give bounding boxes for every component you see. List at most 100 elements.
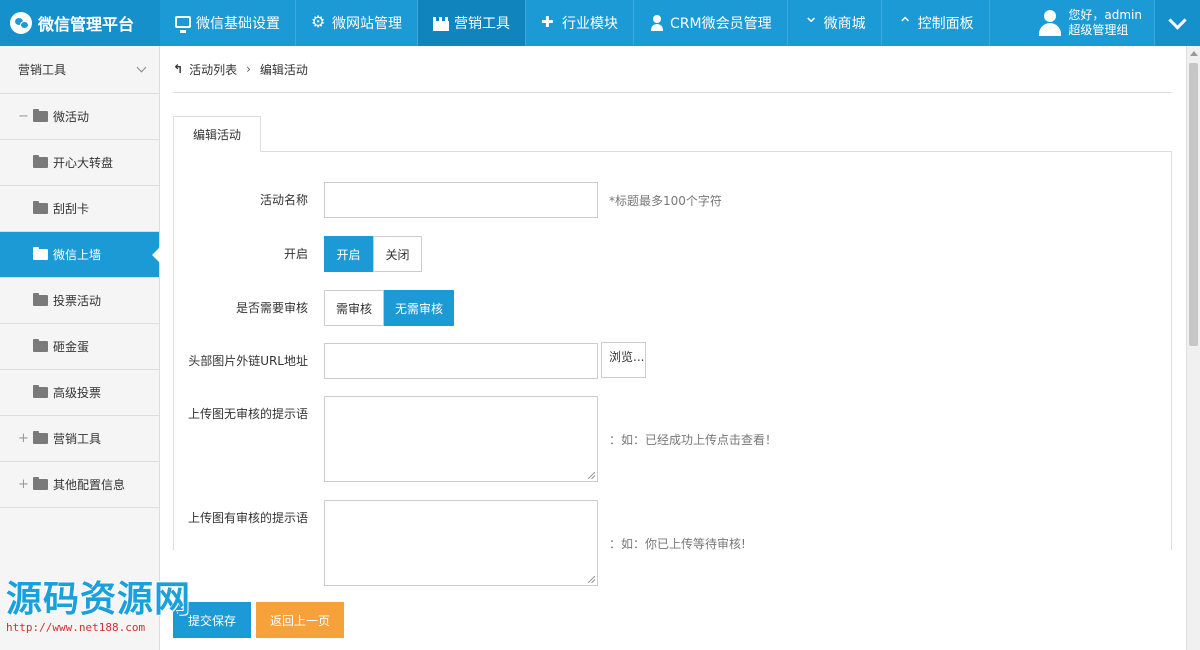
sidebar-header[interactable]: 营销工具	[0, 46, 159, 94]
folder-icon	[33, 339, 48, 352]
user-icon	[649, 15, 665, 31]
sidebar-item-label: 投票活动	[53, 294, 102, 308]
activity-name-label: 活动名称	[259, 193, 308, 207]
review-toggle: 需审核 无需审核	[324, 290, 454, 326]
nav-label: 微网站管理	[332, 16, 402, 32]
avatar-icon	[1038, 8, 1062, 38]
folder-icon	[33, 201, 48, 214]
main-nav: 微信基础设置 微网站管理 营销工具 行业模块 CRM微会员管理 微商城 控制面板	[160, 0, 990, 46]
user-role: 超级管理组	[1068, 23, 1129, 37]
sidebar-item-label: 微信上墙	[53, 248, 102, 262]
form-actions: 提交保存 返回上一页	[173, 602, 344, 638]
open-on-button[interactable]: 开启	[324, 236, 373, 272]
tab-edit-activity[interactable]: 编辑活动	[173, 116, 261, 152]
folder-icon	[33, 477, 48, 490]
nav-item-basic-settings[interactable]: 微信基础设置	[160, 0, 296, 46]
review-required-button[interactable]: 需审核	[324, 290, 384, 326]
folder-icon	[33, 385, 48, 398]
folder-icon	[33, 293, 48, 306]
sidebar-header-label: 营销工具	[18, 63, 67, 77]
nav-label: 微商城	[823, 16, 866, 32]
nav-label: 行业模块	[562, 16, 618, 32]
review-label: 是否需要审核	[235, 301, 308, 315]
page-scrollbar[interactable]	[1186, 46, 1200, 650]
nav-label: 控制面板	[917, 16, 974, 32]
gear-icon	[311, 12, 327, 31]
back-button[interactable]: 返回上一页	[256, 602, 344, 638]
castle-icon	[433, 15, 449, 31]
open-toggle: 开启 关闭	[324, 236, 422, 272]
header-image-url-label: 头部图片外链URL地址	[188, 354, 308, 368]
brand-title: 微信管理平台	[38, 15, 135, 34]
activity-name-hint: *标题最多100个字符	[609, 194, 722, 208]
nav-label: 微信基础设置	[196, 16, 280, 32]
sidebar-item-label: 高级投票	[53, 386, 102, 400]
sidebar-group-label: 营销工具	[53, 432, 102, 446]
browse-button[interactable]: 浏览...	[601, 342, 646, 378]
breadcrumb-separator: ›	[246, 62, 251, 76]
no-review-tip-label: 上传图无审核的提示语	[187, 407, 308, 421]
watermark-url: http://www.net188.com	[6, 621, 146, 634]
review-tip-textarea[interactable]	[324, 500, 598, 586]
folder-icon	[33, 109, 48, 122]
nav-item-control-panel[interactable]: 控制面板	[882, 0, 990, 46]
scroll-up-arrow-icon[interactable]	[1190, 51, 1198, 56]
sidebar-item-voting[interactable]: 投票活动	[0, 278, 159, 324]
sidebar-item-golden-egg[interactable]: 砸金蛋	[0, 324, 159, 370]
sidebar-group-label: 其他配置信息	[53, 478, 126, 492]
sidebar-group-label: 微活动	[53, 110, 90, 124]
main-content: ↰ 活动列表 › 编辑活动 编辑活动 活动名称 *标题最多100个字符 开启 开…	[173, 46, 1172, 650]
form-panel: 活动名称 *标题最多100个字符 开启 开启 关闭 是否需要审核 需审核 无需审…	[173, 152, 1172, 586]
expand-icon: +	[18, 431, 29, 446]
sidebar-item-scratch-card[interactable]: 刮刮卡	[0, 186, 159, 232]
nav-item-marketing-tools[interactable]: 营销工具	[418, 0, 526, 46]
sidebar-item-wechat-wall[interactable]: 微信上墙	[0, 232, 160, 278]
sidebar-item-label: 砸金蛋	[53, 340, 90, 354]
header-image-url-input[interactable]	[324, 343, 598, 379]
nav-label: CRM微会员管理	[670, 16, 772, 32]
open-label: 开启	[283, 247, 308, 261]
user-menu[interactable]: 您好，admin 超级管理组	[1028, 0, 1154, 46]
sidebar-item-label: 开心大转盘	[53, 156, 114, 170]
nav-item-industry-modules[interactable]: 行业模块	[526, 0, 634, 46]
sidebar-group-micro-activity[interactable]: − 微活动	[0, 94, 159, 140]
chevron-down-icon	[803, 6, 819, 31]
user-info: 您好，admin 超级管理组	[1068, 8, 1142, 38]
wechat-logo-icon	[10, 12, 32, 34]
review-tip-hint: ：如：你已上传等待审核!	[609, 537, 746, 551]
folder-icon	[33, 155, 48, 168]
no-review-tip-hint: ：如：已经成功上传点击查看！	[609, 433, 778, 447]
nav-item-crm-members[interactable]: CRM微会员管理	[634, 0, 788, 46]
expand-icon: +	[18, 477, 29, 492]
open-off-button[interactable]: 关闭	[373, 236, 422, 272]
breadcrumb-activity-list[interactable]: 活动列表	[189, 61, 237, 78]
chevron-down-icon[interactable]	[1154, 0, 1200, 46]
folder-icon	[33, 247, 48, 260]
sidebar-group-marketing-tools[interactable]: + 营销工具	[0, 416, 159, 462]
sidebar: 营销工具 − 微活动 开心大转盘 刮刮卡 微信上墙 投票活动 砸金蛋 高级投票 …	[0, 46, 160, 650]
tab-bar: 编辑活动	[173, 116, 1172, 152]
nav-item-microsite[interactable]: 微网站管理	[296, 0, 418, 46]
review-tip-label: 上传图有审核的提示语	[187, 511, 308, 525]
puzzle-icon	[541, 13, 557, 31]
watermark: 源码资源网 http://www.net188.com	[6, 580, 191, 634]
collapse-icon: −	[18, 109, 29, 124]
activity-name-input[interactable]	[324, 182, 598, 218]
brand[interactable]: 微信管理平台	[0, 0, 160, 46]
user-greeting: 您好，admin	[1068, 8, 1142, 22]
breadcrumb: ↰ 活动列表 › 编辑活动	[173, 46, 1172, 93]
sidebar-item-lucky-wheel[interactable]: 开心大转盘	[0, 140, 159, 186]
nav-label: 营销工具	[454, 16, 510, 32]
chevron-down-icon	[136, 62, 147, 73]
watermark-text: 源码资源网	[6, 579, 192, 620]
sidebar-group-other-config[interactable]: + 其他配置信息	[0, 462, 159, 508]
scrollbar-thumb[interactable]	[1189, 63, 1198, 346]
back-arrow-icon[interactable]: ↰	[173, 62, 183, 76]
chevron-up-icon	[897, 14, 913, 35]
review-not-required-button[interactable]: 无需审核	[384, 290, 454, 326]
monitor-icon	[175, 16, 191, 33]
nav-item-mall[interactable]: 微商城	[788, 0, 882, 46]
no-review-tip-textarea[interactable]	[324, 396, 598, 482]
sidebar-item-advanced-voting[interactable]: 高级投票	[0, 370, 159, 416]
breadcrumb-current: 编辑活动	[259, 62, 308, 77]
